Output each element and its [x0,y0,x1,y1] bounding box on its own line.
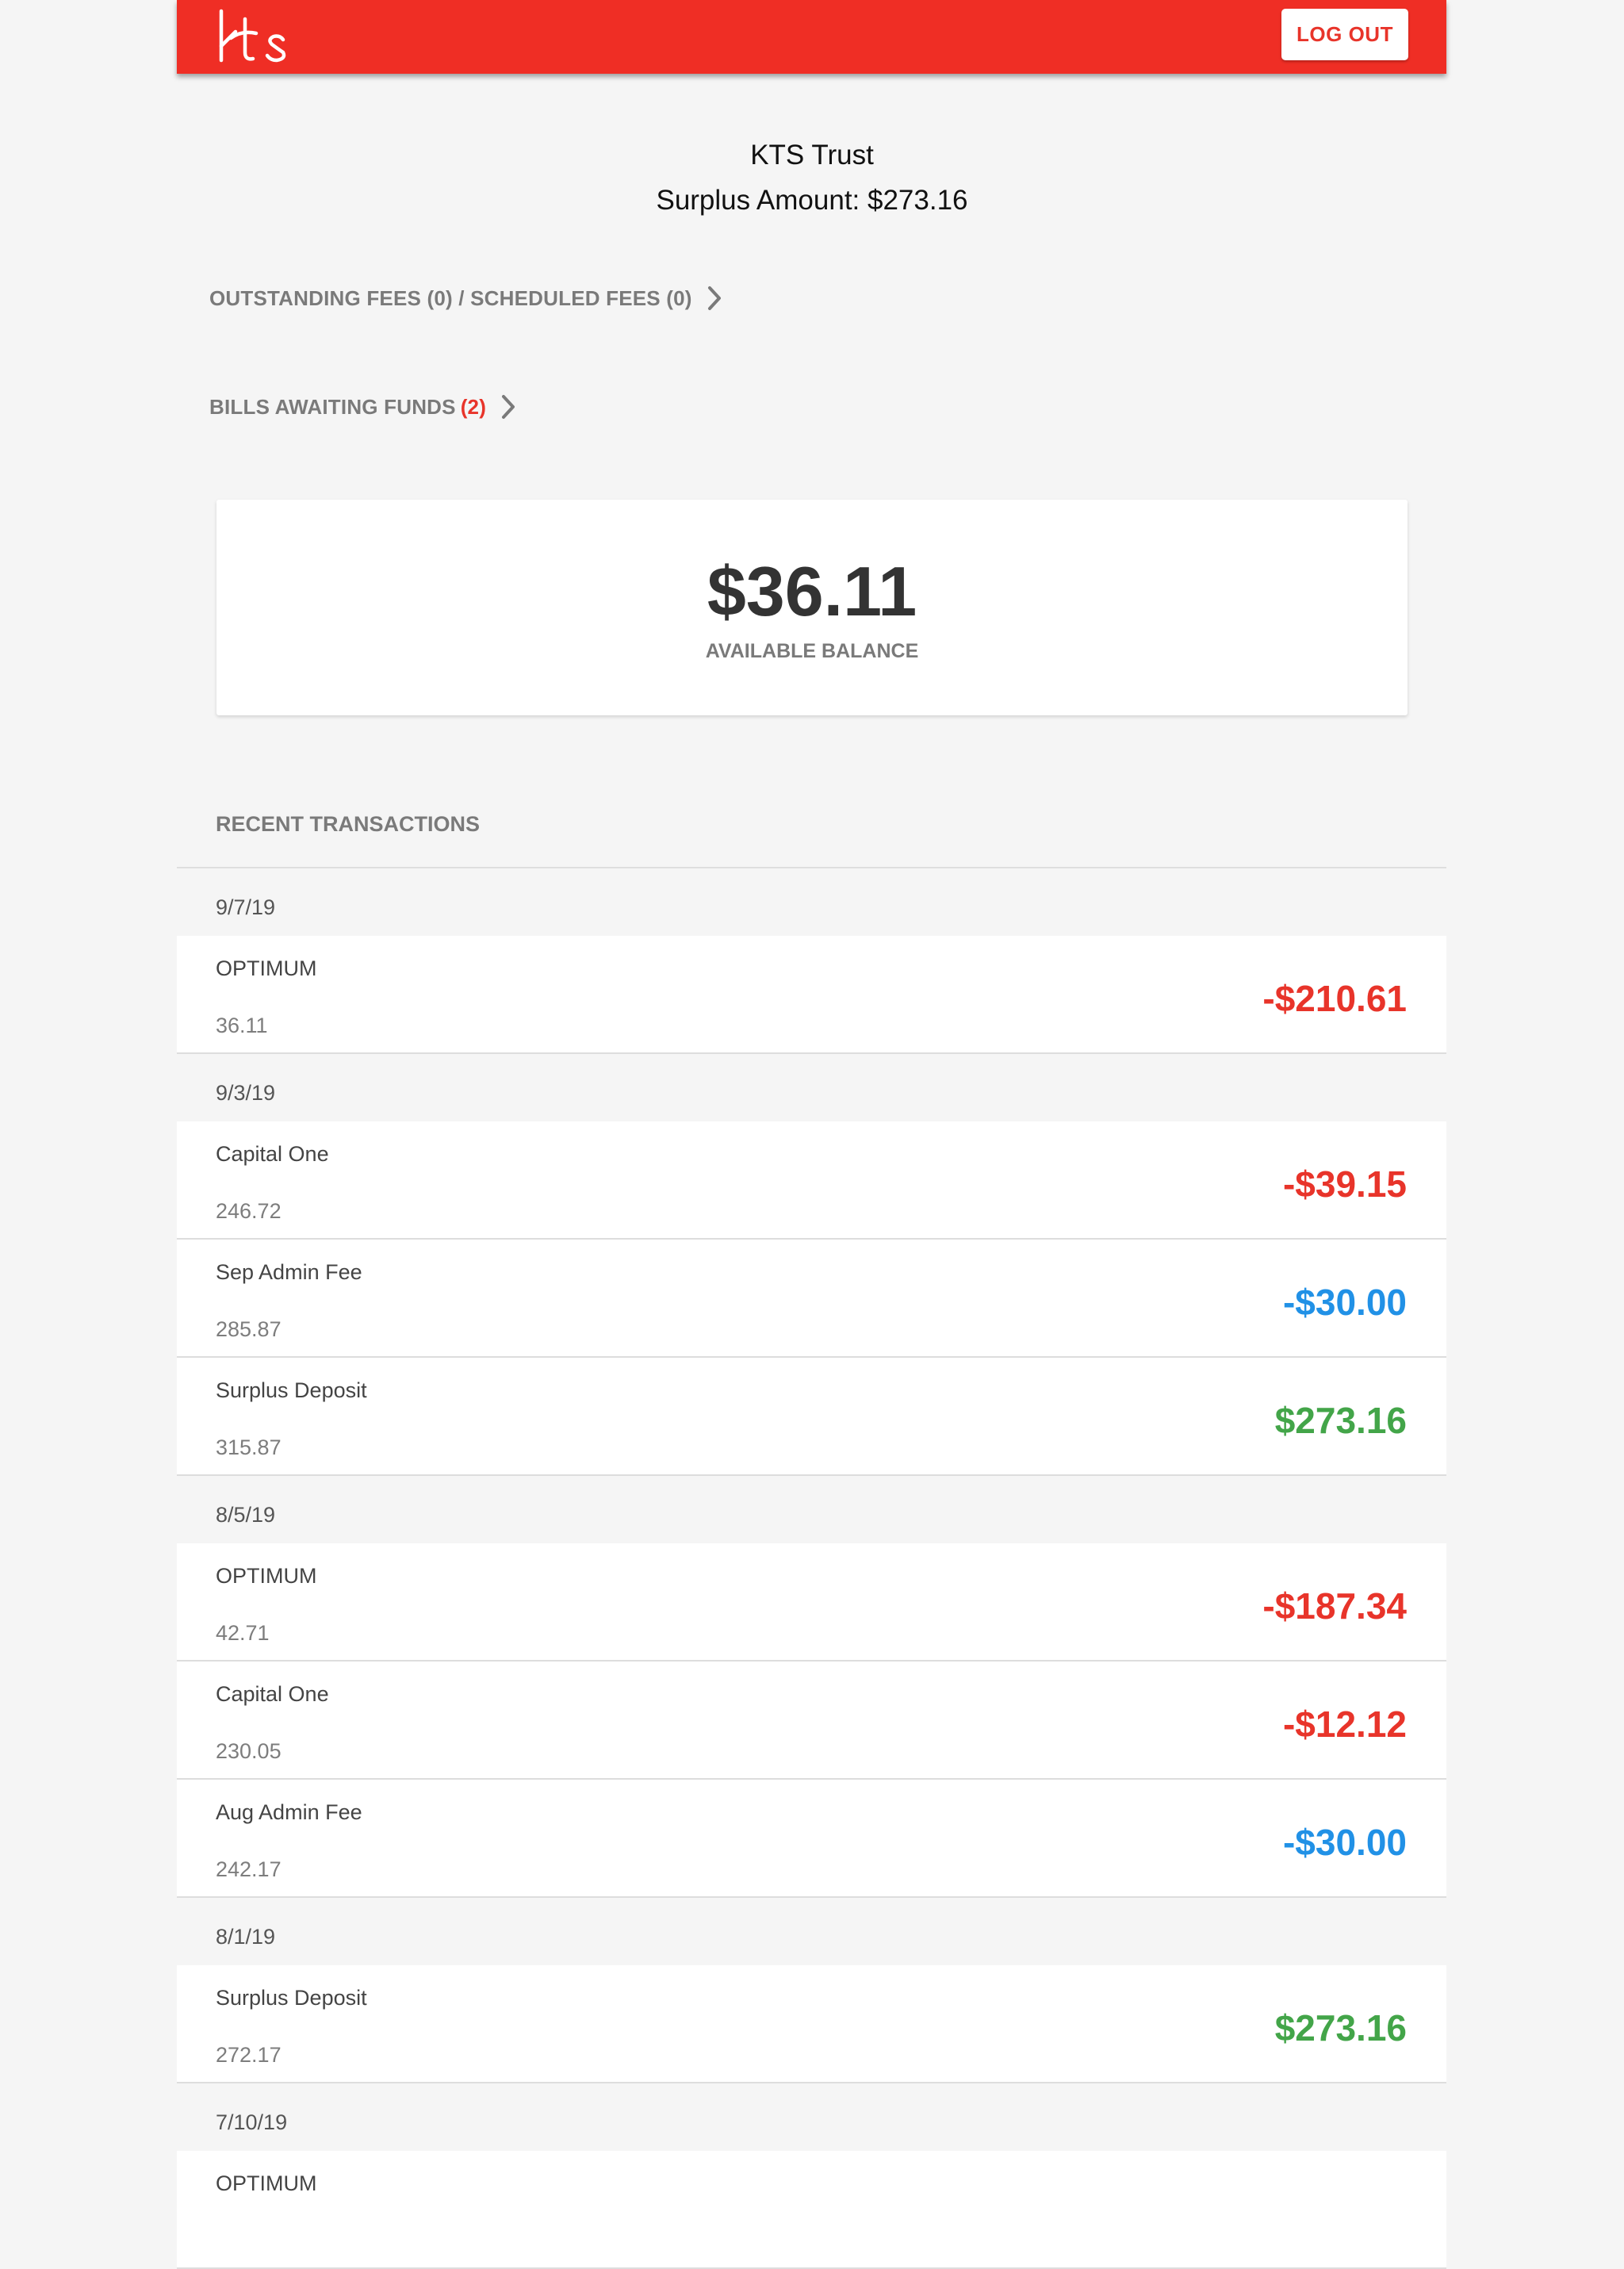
transactions-list: 9/7/19 OPTIMUM 36.11 -$210.61 9/3/19 Capital … [177,868,1446,2269]
transaction-row[interactable]: Surplus Deposit 272.17 $273.16 [177,1965,1446,2083]
transaction-date-header: 8/5/19 [177,1476,1446,1543]
transaction-amount: -$30.00 [1282,1822,1407,1863]
transaction-running-balance: 242.17 [216,1857,282,1881]
transaction-running-balance: 272.17 [216,2043,282,2067]
top-app-bar: LOG OUT [177,0,1446,74]
transaction-row[interactable]: Aug Admin Fee 242.17 -$30.00 [177,1780,1446,1898]
logout-button[interactable]: LOG OUT [1281,9,1408,60]
transaction-date: 9/3/19 [216,1081,276,1105]
account-name: KTS Trust [750,140,874,171]
transaction-row[interactable]: Capital One 230.05 -$12.12 [177,1662,1446,1780]
transaction-running-balance: 42.71 [216,1621,270,1645]
transaction-payee: OPTIMUM [216,1564,317,1588]
chevron-right-icon [502,395,515,419]
transaction-amount: -$30.00 [1282,1282,1407,1323]
transaction-amount: -$210.61 [1262,978,1407,1019]
transaction-payee: Aug Admin Fee [216,1800,362,1824]
transaction-payee: Sep Admin Fee [216,1260,362,1284]
transaction-date: 7/10/19 [216,2110,288,2134]
available-balance-label: AVAILABLE BALANCE [705,640,919,662]
transaction-row[interactable]: OPTIMUM 36.11 -$210.61 [177,936,1446,1054]
transaction-date-header: 9/3/19 [177,1054,1446,1121]
transaction-date: 8/1/19 [216,1925,276,1949]
transaction-amount: -$39.15 [1282,1163,1407,1205]
kts-logo-icon[interactable] [215,8,294,65]
transaction-running-balance: 36.11 [216,1014,268,1037]
outstanding-fees-link[interactable]: OUTSTANDING FEES (0) / SCHEDULED FEES (0… [209,282,724,314]
surplus-amount: Surplus Amount: $273.16 [656,185,968,216]
transaction-amount: $273.16 [1274,2007,1407,2049]
bills-awaiting-funds-label: BILLS AWAITING FUNDS [209,394,456,419]
transaction-date: 9/7/19 [216,895,276,919]
chevron-right-icon [707,286,721,310]
outstanding-fees-label: OUTSTANDING FEES (0) / SCHEDULED FEES (0… [209,286,692,310]
transaction-running-balance: 246.72 [216,1199,282,1223]
transaction-payee: OPTIMUM [216,956,317,980]
transaction-row[interactable]: OPTIMUM 42.71 -$187.34 [177,1543,1446,1662]
transaction-amount: $273.16 [1274,1400,1407,1441]
transaction-payee: OPTIMUM [216,2171,317,2195]
recent-transactions-title: RECENT TRANSACTIONS [216,812,481,836]
transaction-amount: -$12.12 [1282,1704,1407,1745]
transaction-date: 8/5/19 [216,1503,276,1527]
transaction-running-balance: 230.05 [216,1739,282,1763]
transaction-row[interactable]: Capital One 246.72 -$39.15 [177,1121,1446,1240]
transaction-payee: Surplus Deposit [216,1378,367,1402]
bills-awaiting-funds-link[interactable]: BILLS AWAITING FUNDS (2) [209,391,518,423]
transaction-row[interactable]: Sep Admin Fee 285.87 -$30.00 [177,1240,1446,1358]
transaction-running-balance: 285.87 [216,1317,282,1341]
transaction-date-header: 9/7/19 [177,868,1446,936]
transaction-row[interactable]: OPTIMUM [177,2151,1446,2269]
available-balance-card: $36.11 AVAILABLE BALANCE [216,500,1408,715]
transaction-payee: Surplus Deposit [216,1986,367,2010]
transaction-payee: Capital One [216,1142,329,1166]
transaction-running-balance: 315.87 [216,1435,282,1459]
transaction-payee: Capital One [216,1682,329,1706]
available-balance-amount: $36.11 [707,552,917,630]
transaction-date-header: 7/10/19 [177,2083,1446,2151]
transaction-row[interactable]: Surplus Deposit 315.87 $273.16 [177,1358,1446,1476]
bills-count-badge: (2) [460,394,487,419]
transaction-date-header: 8/1/19 [177,1898,1446,1965]
transaction-amount: -$187.34 [1262,1585,1407,1627]
